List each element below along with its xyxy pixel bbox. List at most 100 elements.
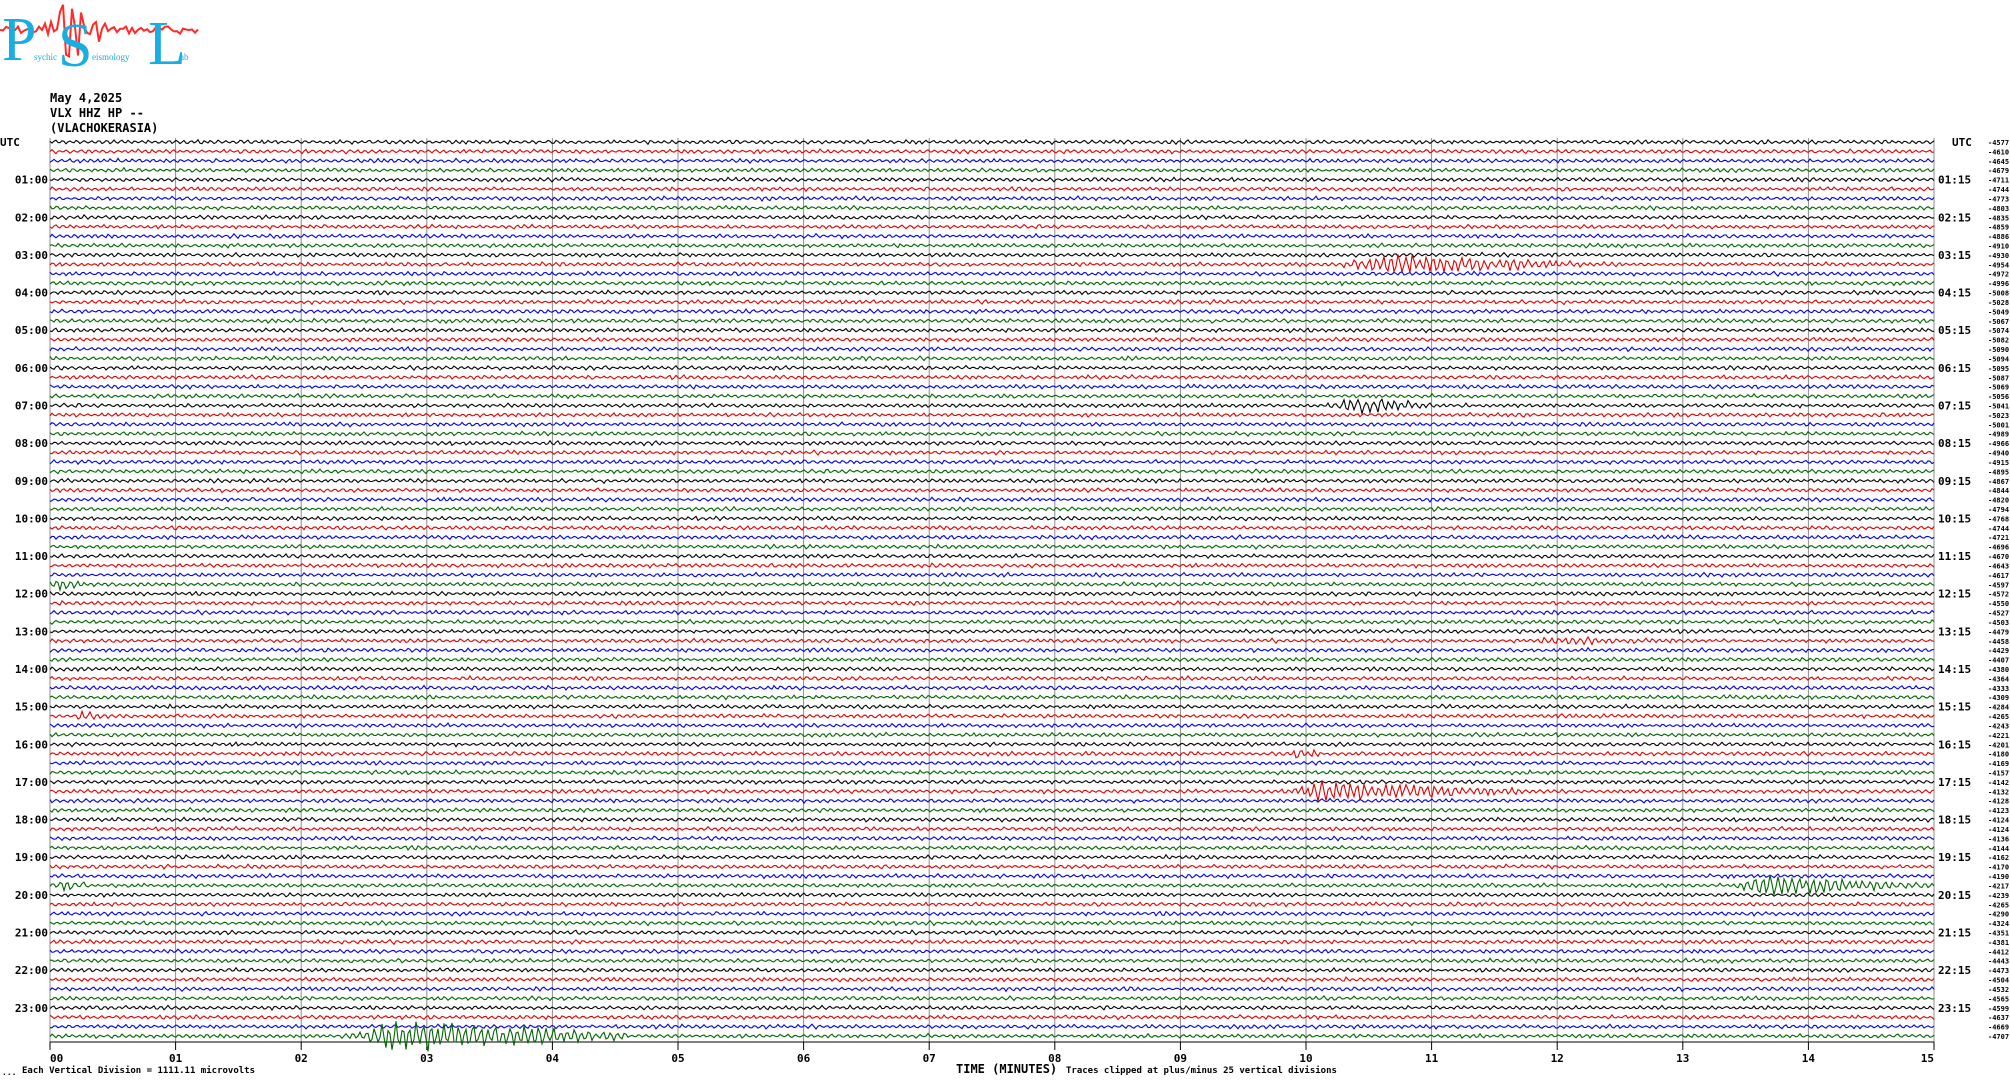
- trace-offset-label: -4380: [1988, 666, 2009, 674]
- trace-offset-label: -4803: [1988, 205, 2009, 213]
- trace-offset-label: -4954: [1988, 261, 2009, 269]
- right-hour-label: 05:15: [1938, 324, 1971, 337]
- trace-line: [49, 741, 1935, 748]
- right-hour-label: 16:15: [1938, 738, 1971, 751]
- left-hour-label: 21:00: [15, 926, 48, 939]
- right-hour-label: 21:15: [1938, 926, 1971, 939]
- trace-offset-label: -4996: [1988, 280, 2009, 288]
- corner-mark: ...: [2, 1068, 17, 1077]
- trace-line: [49, 938, 1935, 946]
- trace-line: [49, 748, 1935, 759]
- trace-offset-label: -4820: [1988, 497, 2009, 505]
- right-hour-label: 11:15: [1938, 550, 1971, 563]
- trace-offset-label: -4124: [1988, 817, 2009, 825]
- left-hour-label: 14:00: [15, 663, 48, 676]
- trace-offset-label: -5028: [1988, 299, 2009, 307]
- clip-note: Traces clipped at plus/minus 25 vertical…: [1066, 1066, 1337, 1076]
- trace-line: [49, 665, 1935, 673]
- trace-offset-label: -4859: [1988, 224, 2009, 232]
- left-hour-label: 11:00: [15, 550, 48, 563]
- trace-offset-label: -4744: [1988, 525, 2009, 533]
- trace-offset-label: -4479: [1988, 628, 2009, 636]
- trace-line: [49, 254, 1935, 274]
- trace-line: [49, 891, 1935, 899]
- right-hour-label: 14:15: [1938, 663, 1971, 676]
- trace-offset-label: -4721: [1988, 534, 2009, 542]
- trace-line: [49, 336, 1935, 343]
- trace-line: [49, 769, 1935, 776]
- left-hour-label: 06:00: [15, 362, 48, 375]
- trace-offset-label: -5090: [1988, 346, 2009, 354]
- trace-offset-label: -4309: [1988, 694, 2009, 702]
- trace-line: [49, 778, 1935, 786]
- left-hour-label: 01:00: [15, 174, 48, 187]
- trace-line: [49, 844, 1935, 852]
- trace-line: [49, 430, 1935, 437]
- trace-line: [49, 392, 1935, 400]
- trace-offset-label: -4599: [1988, 1005, 2009, 1013]
- right-hour-label: 18:15: [1938, 814, 1971, 827]
- trace-offset-label: -4333: [1988, 685, 2009, 693]
- trace-line: [49, 355, 1935, 362]
- trace-line: [49, 468, 1935, 475]
- right-hour-label: 19:15: [1938, 851, 1971, 864]
- trace-offset-label: -4381: [1988, 939, 2009, 947]
- left-hour-label: 16:00: [15, 738, 48, 751]
- trace-offset-label: -4364: [1988, 675, 2009, 683]
- trace-offset-label: -4565: [1988, 995, 2009, 1003]
- trace-line: [49, 326, 1935, 334]
- trace-line: [49, 505, 1935, 513]
- trace-offset-label: -4473: [1988, 967, 2009, 975]
- left-hour-label: 02:00: [15, 211, 48, 224]
- trace-offset-label: -4773: [1988, 195, 2009, 203]
- trace-line: [49, 477, 1935, 485]
- trace-offset-label: -4142: [1988, 779, 2009, 787]
- right-hour-label: 04:15: [1938, 287, 1971, 300]
- left-hour-label: 22:00: [15, 964, 48, 977]
- right-hour-label: 08:15: [1938, 437, 1971, 450]
- trace-offset-label: -4169: [1988, 760, 2009, 768]
- trace-line: [49, 397, 1935, 416]
- trace-offset-label: -5074: [1988, 327, 2009, 335]
- trace-offset-label: -4239: [1988, 892, 2009, 900]
- trace-offset-label: -4972: [1988, 271, 2009, 279]
- trace-offset-label: -4351: [1988, 929, 2009, 937]
- trace-offset-label: -4170: [1988, 864, 2009, 872]
- trace-line: [49, 609, 1935, 616]
- trace-line: [49, 646, 1935, 654]
- trace-line: [49, 863, 1935, 870]
- trace-line: [49, 166, 1935, 174]
- right-hour-label: 20:15: [1938, 889, 1971, 902]
- trace-offset-label: -4867: [1988, 478, 2009, 486]
- left-hour-label: 07:00: [15, 399, 48, 412]
- trace-offset-label: -4794: [1988, 506, 2009, 514]
- trace-line: [49, 223, 1935, 230]
- trace-line: [49, 449, 1934, 456]
- trace-line: [49, 279, 1935, 287]
- trace-offset-label: -4707: [1988, 1033, 2009, 1041]
- trace-line: [49, 674, 1935, 682]
- trace-line: [49, 204, 1935, 212]
- trace-offset-label: -5001: [1988, 421, 2009, 429]
- trace-offset-label: -4966: [1988, 440, 2009, 448]
- trace-offset-label: -4157: [1988, 770, 2009, 778]
- trace-line: [49, 515, 1935, 522]
- x-tick-label: 10: [1299, 1052, 1312, 1065]
- trace-line: [49, 289, 1935, 296]
- trace-offset-label: -4744: [1988, 186, 2009, 194]
- right-utc-label: UTC: [1952, 136, 1972, 149]
- trace-line: [49, 816, 1935, 824]
- trace-line: [49, 571, 1935, 579]
- trace-offset-label: -4669: [1988, 1024, 2009, 1032]
- right-hour-label: 17:15: [1938, 776, 1971, 789]
- trace-offset-label: -4221: [1988, 732, 2009, 740]
- trace-offset-label: -4910: [1988, 243, 2009, 251]
- trace-offset-label: -4696: [1988, 544, 2009, 552]
- trace-offset-label: -4572: [1988, 591, 2009, 599]
- trace-line: [49, 825, 1935, 833]
- trace-offset-label: -4504: [1988, 977, 2009, 985]
- trace-line: [49, 138, 1935, 146]
- trace-offset-label: -4284: [1988, 704, 2009, 712]
- left-hour-label: 23:00: [15, 1002, 48, 1015]
- trace-line: [49, 317, 1935, 325]
